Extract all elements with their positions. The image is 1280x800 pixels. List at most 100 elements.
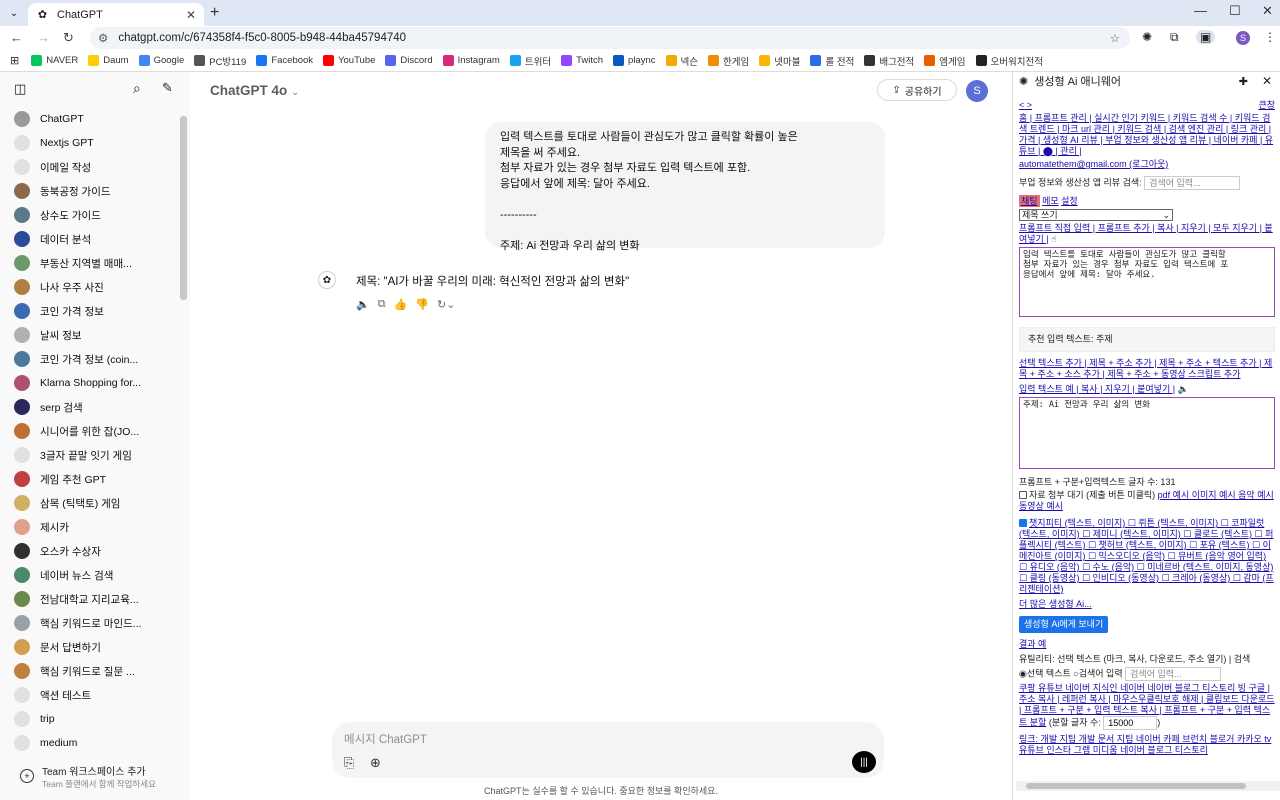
sidebar-toggle-icon[interactable]: ◫ xyxy=(14,81,26,97)
bookmark-item[interactable]: 오버워치전적 xyxy=(975,54,1043,68)
review-search-input[interactable]: 검색어 입력... xyxy=(1144,176,1241,190)
bookmark-item[interactable]: plaync xyxy=(613,54,656,68)
account-email[interactable]: automatethem@gmail.com (로그아웃) xyxy=(1019,159,1168,169)
bookmark-item[interactable]: Discord xyxy=(385,54,433,68)
tab-close-icon[interactable]: ✕ xyxy=(186,8,196,22)
model-options[interactable]: 챗지피티 (텍스트, 이미지) ☐ 뤼튼 (텍스트, 이미지) ☐ 코파일럿 (… xyxy=(1019,518,1274,594)
sidebar-item[interactable]: Klarna Shopping for... xyxy=(0,371,190,395)
result-example-link[interactable]: 결과 예 xyxy=(1019,639,1046,649)
tab-settings[interactable]: 설정 xyxy=(1061,196,1078,206)
split-input[interactable]: 15000 xyxy=(1103,716,1158,730)
sidebar-item[interactable]: 상수도 가이드 xyxy=(0,203,190,227)
browser-menu-icon[interactable]: ⋮ xyxy=(1264,30,1276,44)
bookmark-item[interactable]: PC방119 xyxy=(194,54,246,68)
sidebar-item[interactable]: 게임 추천 GPT xyxy=(0,467,190,491)
bookmark-star-icon[interactable]: ☆ xyxy=(1110,31,1120,45)
maximize-icon[interactable]: ☐ xyxy=(1229,3,1241,19)
bookmark-item[interactable]: 배그전적 xyxy=(864,54,914,68)
bookmark-item[interactable]: 넷마블 xyxy=(759,54,800,68)
sidebar-item[interactable]: 핵심 키워드로 질문 ... xyxy=(0,659,190,683)
sidebar-item[interactable]: 데이터 분석 xyxy=(0,227,190,251)
message-input[interactable]: 메시지 ChatGPT xyxy=(344,731,427,747)
side-panel-icon[interactable]: ▣ xyxy=(1196,30,1216,44)
reload-icon[interactable]: ↻ xyxy=(63,30,74,46)
utility-search-input[interactable]: 검색어 입력... xyxy=(1125,667,1222,681)
sidebar-item[interactable]: 네이버 뉴스 검색 xyxy=(0,563,190,587)
back-icon[interactable]: ← xyxy=(10,30,23,45)
bookmark-item[interactable]: Instagram xyxy=(442,54,500,68)
attach-icon[interactable]: ⎘ xyxy=(344,755,354,771)
pin-icon[interactable]: ✚ xyxy=(1239,77,1248,88)
menu-links[interactable]: 홈 | 프롬프트 관리 | 실시간 인기 키워드 | 키워드 검색 수 | 키워… xyxy=(1019,113,1273,156)
sidebar-item[interactable]: 날씨 정보 xyxy=(0,323,190,347)
read-aloud-icon[interactable]: 🔈 xyxy=(356,298,370,311)
sidebar-item[interactable]: 문서 답변하기 xyxy=(0,635,190,659)
bookmark-item[interactable]: 넥슨 xyxy=(665,54,698,68)
sidebar-item[interactable]: trip xyxy=(0,707,190,731)
prompt-textarea[interactable]: 입력 텍스트를 토대로 사람들이 관심도가 많고 클릭할 첨부 자료가 있는 경… xyxy=(1019,247,1275,317)
bottom-links[interactable]: 링크: 개발 지팁 개발 문서 지팁 네이버 카페 브런치 블로거 카카오 tv… xyxy=(1019,734,1271,755)
speaker-icon[interactable]: 🔈 xyxy=(1178,384,1189,394)
sidebar-item[interactable]: medium xyxy=(0,731,190,755)
sidebar-item[interactable]: ChatGPT xyxy=(0,107,190,131)
sidebar-scrollbar[interactable] xyxy=(180,116,187,300)
input-textarea[interactable]: 주제: Ai 전망과 우리 삶의 변화 xyxy=(1019,397,1275,469)
large-window-link[interactable]: 큰창 xyxy=(1258,100,1275,111)
sidebar-item[interactable]: 이메일 작성 xyxy=(0,155,190,179)
regenerate-icon[interactable]: ↻⌄ xyxy=(437,298,455,311)
profile-avatar-icon[interactable]: S xyxy=(1236,31,1250,45)
tab-search-icon[interactable]: ⌄ xyxy=(7,6,21,20)
user-avatar[interactable]: S xyxy=(966,80,988,102)
bookmark-item[interactable]: Daum xyxy=(88,54,129,68)
sidebar-item[interactable]: 나사 우주 사진 xyxy=(0,275,190,299)
sidebar-item[interactable]: 3글자 끝말 잇기 게임 xyxy=(0,443,190,467)
globe-icon[interactable]: ⊕ xyxy=(370,755,381,771)
address-bar[interactable]: ⚙ chatgpt.com/c/674358f4-f5c0-8005-b948-… xyxy=(90,27,1130,49)
bookmark-item[interactable]: 롤 전적 xyxy=(810,54,854,68)
new-chat-icon[interactable]: ✎ xyxy=(162,80,173,96)
thumbs-up-icon[interactable]: 👍 xyxy=(394,298,408,311)
input-text-links[interactable]: 입력 텍스트 예 | 복사 | 지우기 | 붙여넣기 | xyxy=(1019,384,1175,394)
sidebar-item[interactable]: 부동산 지역별 매매... xyxy=(0,251,190,275)
add-text-links[interactable]: 선택 텍스트 추가 | 제목 + 주소 추가 | 제목 + 주소 + 텍스트 추… xyxy=(1019,358,1272,379)
bookmark-item[interactable]: Google xyxy=(138,54,184,68)
copy-icon[interactable]: ⧉ xyxy=(378,298,386,311)
composer[interactable]: 메시지 ChatGPT ⎘ ⊕ ||| xyxy=(332,722,884,778)
site-info-icon[interactable]: ⚙ xyxy=(98,31,108,45)
tab-memo[interactable]: 메모 xyxy=(1042,196,1059,206)
bookmark-item[interactable]: 트위터 xyxy=(509,54,551,68)
new-tab-button[interactable]: + xyxy=(210,4,219,22)
sidebar-item[interactable]: 오스카 수상자 xyxy=(0,539,190,563)
more-ai-link[interactable]: 더 많은 생성형 Ai... xyxy=(1019,599,1092,609)
team-workspace-button[interactable]: + Team 워크스페이스 추가 Team 플랜에서 함께 작업하세요 xyxy=(0,760,190,792)
sidebar-item[interactable]: 제시카 xyxy=(0,515,190,539)
tab-chatgpt[interactable]: ✿ ChatGPT ✕ xyxy=(28,3,204,26)
sidebar-item[interactable]: 핵심 키워드로 마인드... xyxy=(0,611,190,635)
nav-arrows[interactable]: < > xyxy=(1019,100,1032,111)
attach-checkbox[interactable] xyxy=(1019,491,1027,499)
thumbs-down-icon[interactable]: 👎 xyxy=(415,298,429,311)
sidebar-item[interactable]: 삼목 (틱택토) 게임 xyxy=(0,491,190,515)
bookmark-item[interactable]: Facebook xyxy=(256,54,313,68)
search-icon[interactable]: ⌕ xyxy=(133,80,141,97)
close-window-icon[interactable]: ✕ xyxy=(1262,3,1273,19)
sidebar-item[interactable]: 동북공정 가이드 xyxy=(0,179,190,203)
bookmark-item[interactable]: Twitch xyxy=(561,54,603,68)
share-button[interactable]: ⇪ 공유하기 xyxy=(877,79,957,101)
prompt-select[interactable]: 제목 쓰기 ⌄ xyxy=(1019,209,1173,221)
tab-chat[interactable]: 채팅 xyxy=(1019,195,1040,207)
radio-selected-icon[interactable]: ◉ xyxy=(1019,668,1027,678)
panel-scrollbar[interactable] xyxy=(1016,781,1280,791)
sidebar-item[interactable]: 액션 테스트 xyxy=(0,683,190,707)
apps-grid-icon[interactable]: ⊞ xyxy=(10,54,19,67)
sidebar-item[interactable]: serp 검색 xyxy=(0,395,190,419)
sidebar-item[interactable]: 시니어를 위한 잡(JO... xyxy=(0,419,190,443)
sidebar-item[interactable]: Nextjs GPT xyxy=(0,131,190,155)
prompt-links[interactable]: 프롬프트 직접 입력 | 프롬프트 추가 | 복사 | 지우기 | 모두 지우기… xyxy=(1019,223,1273,244)
panel-close-icon[interactable]: ✕ xyxy=(1262,75,1272,87)
bookmark-item[interactable]: 한게임 xyxy=(707,54,749,68)
sidebar-item[interactable]: 코인 가격 정보 (coin... xyxy=(0,347,190,371)
model-selector[interactable]: ChatGPT 4o ⌄ xyxy=(210,83,299,98)
extension-icon[interactable]: ✺ xyxy=(1142,30,1152,44)
forward-icon[interactable]: → xyxy=(37,30,50,45)
